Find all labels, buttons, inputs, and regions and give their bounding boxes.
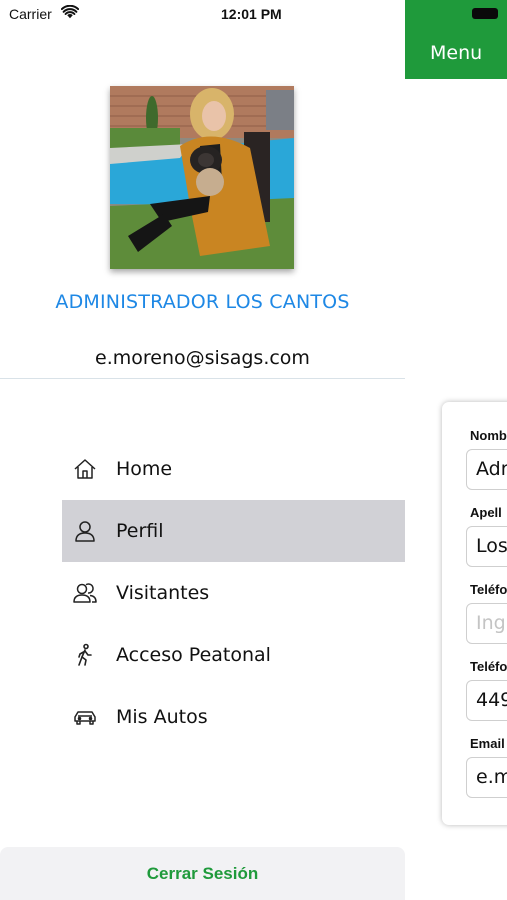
menu-item-label: Visitantes <box>116 582 210 604</box>
email-input[interactable]: e.m <box>466 757 507 798</box>
field-label-apellido: Apell <box>470 505 502 520</box>
menu-item-label: Acceso Peatonal <box>116 644 271 666</box>
menu-item-visitantes[interactable]: Visitantes <box>62 562 405 624</box>
menu-item-mis-autos[interactable]: Mis Autos <box>62 686 405 748</box>
side-drawer: Carrier 12:01 PM ADMINISTRADOR LOS CANTO… <box>0 0 405 900</box>
carrier-label: Carrier <box>9 6 52 22</box>
user-icon <box>75 521 95 542</box>
header-title[interactable]: Menu <box>430 42 482 64</box>
battery-icon <box>472 8 498 19</box>
walking-icon <box>78 643 92 666</box>
user-name: ADMINISTRADOR LOS CANTOS <box>55 291 350 313</box>
apellido-input[interactable]: Los <box>466 526 507 567</box>
logout-button[interactable]: Cerrar Sesión <box>0 847 405 900</box>
profile-form-card: Nomb Adr Apell Los Teléfo Ingr Teléfo 44… <box>442 402 507 825</box>
user-email: e.moreno@sisags.com <box>95 347 310 369</box>
home-icon <box>74 459 96 479</box>
users-icon <box>73 583 97 603</box>
field-label-telefono-2: Teléfo <box>470 659 507 674</box>
wifi-icon <box>61 5 79 19</box>
menu-item-label: Mis Autos <box>116 706 208 728</box>
status-time: 12:01 PM <box>221 6 282 22</box>
menu-item-perfil[interactable]: Perfil <box>62 500 405 562</box>
menu-item-label: Home <box>116 458 173 480</box>
field-label-nombre: Nomb <box>470 428 507 443</box>
logout-label: Cerrar Sesión <box>146 864 259 883</box>
profile-photo[interactable] <box>110 86 294 269</box>
profile-divider <box>0 378 405 379</box>
menu-item-home[interactable]: Home <box>62 438 405 500</box>
car-icon <box>74 711 96 725</box>
nombre-input[interactable]: Adr <box>466 449 507 490</box>
field-label-email: Email <box>470 736 505 751</box>
telefono-2-input[interactable]: 449 <box>466 680 507 721</box>
telefono-input[interactable]: Ingr <box>466 603 507 644</box>
field-label-telefono: Teléfo <box>470 582 507 597</box>
menu-item-acceso-peatonal[interactable]: Acceso Peatonal <box>62 624 405 686</box>
menu-item-label: Perfil <box>116 520 164 542</box>
